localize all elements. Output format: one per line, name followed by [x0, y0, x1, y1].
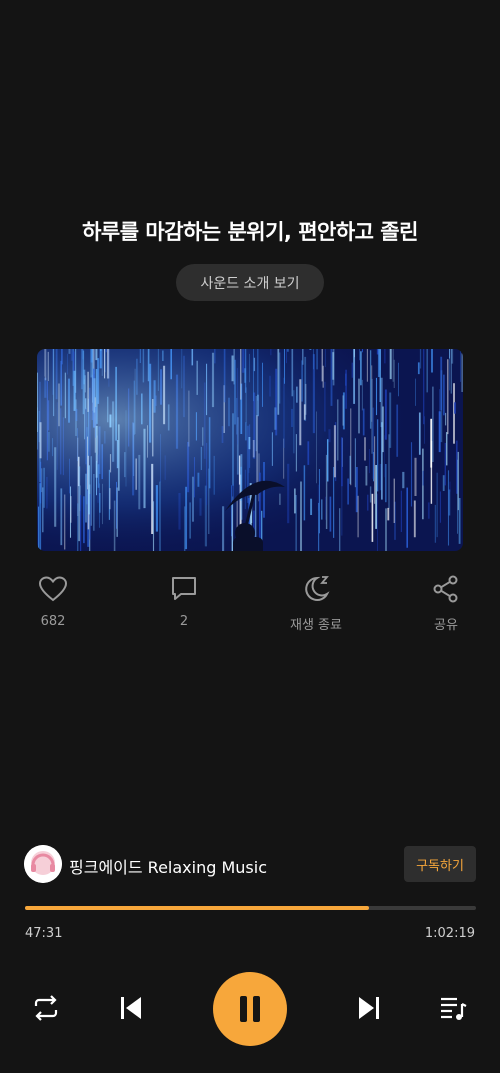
like-button[interactable]: 682 [13, 572, 93, 629]
like-count: 682 [40, 614, 66, 629]
repeat-icon [34, 995, 58, 1021]
skip-next-icon [359, 997, 379, 1019]
comment-count: 2 [179, 614, 189, 629]
album-artwork [37, 349, 463, 551]
playlist-button[interactable] [435, 990, 471, 1026]
sleep-timer-button[interactable]: 재생 종료 [276, 572, 356, 633]
moon-sleep-icon [276, 572, 356, 606]
channel-name[interactable]: 핑크에이드 Relaxing Music [69, 854, 267, 878]
sound-intro-button[interactable]: 사운드 소개 보기 [176, 264, 324, 301]
progress-fill [25, 906, 369, 910]
current-time: 47:31 [25, 926, 63, 941]
repeat-button[interactable] [28, 990, 64, 1026]
skip-previous-icon [121, 997, 141, 1019]
play-pause-button[interactable] [213, 972, 287, 1046]
sleep-timer-label: 재생 종료 [290, 618, 342, 633]
comment-icon [144, 572, 224, 606]
share-label: 공유 [434, 618, 458, 633]
progress-bar[interactable] [25, 906, 476, 910]
next-button[interactable] [351, 990, 387, 1026]
share-icon [406, 572, 486, 606]
channel-avatar[interactable] [24, 845, 62, 883]
playback-controls [0, 970, 500, 1050]
previous-button[interactable] [113, 990, 149, 1026]
playlist-icon [441, 997, 467, 1020]
subscribe-button[interactable]: 구독하기 [404, 846, 476, 882]
player-screen: 하루를 마감하는 분위기, 편안하고 졸린 사운드 소개 보기 682 2 재생… [0, 0, 500, 1073]
action-bar: 682 2 재생 종료 공유 [0, 572, 500, 636]
pause-icon [240, 996, 260, 1022]
share-button[interactable]: 공유 [406, 572, 486, 633]
sound-title: 하루를 마감하는 분위기, 편안하고 졸린 [82, 220, 418, 244]
channel-row: 핑크에이드 Relaxing Music 구독하기 [24, 845, 476, 885]
total-time: 1:02:19 [424, 926, 475, 941]
comment-button[interactable]: 2 [144, 572, 224, 629]
heart-icon [13, 572, 93, 606]
